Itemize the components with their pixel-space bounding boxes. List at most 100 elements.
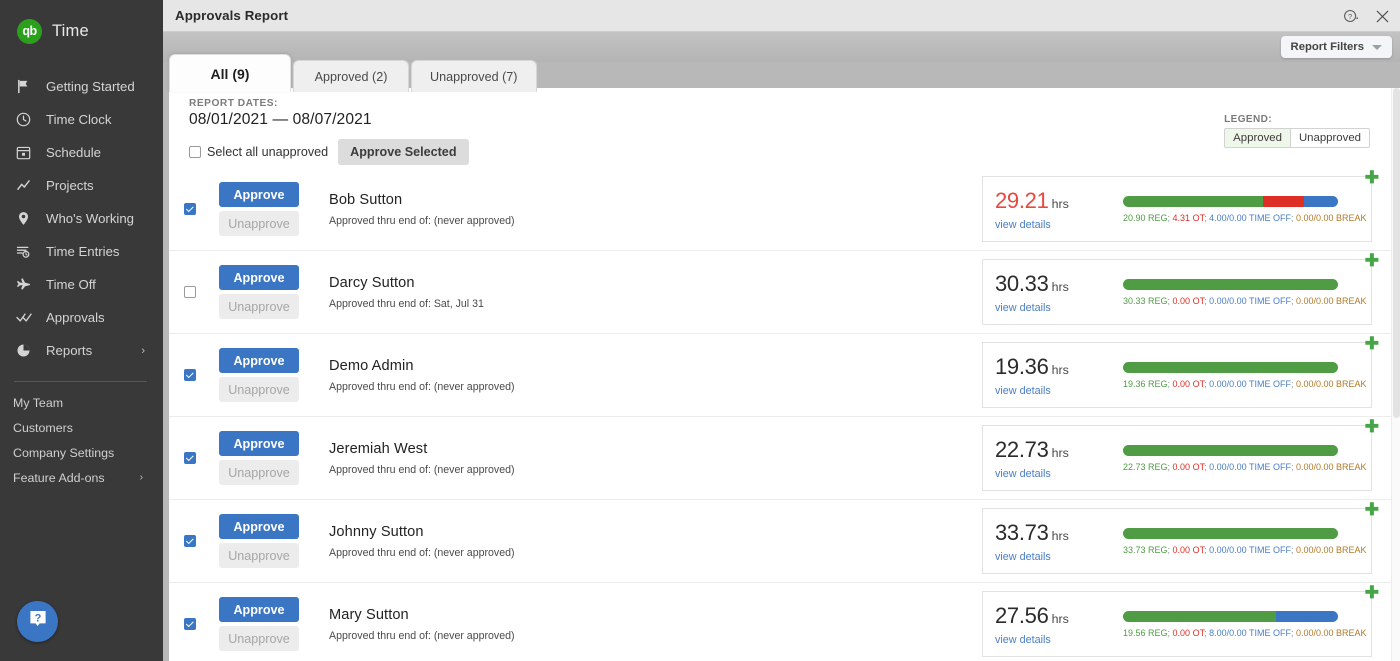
sidebar-item-whos-working[interactable]: Who's Working [0, 202, 163, 235]
view-details-link[interactable]: view details [995, 551, 1123, 563]
hours-line: 30.33hrs [995, 271, 1123, 297]
hours-breakdown: 19.36 REG; 0.00 OT; 0.00/0.00 TIME OFF; … [1123, 379, 1367, 389]
hours-bar-block: 30.33 REG; 0.00 OT; 0.00/0.00 TIME OFF; … [1123, 279, 1377, 306]
view-details-link[interactable]: view details [995, 634, 1123, 646]
bar-segment-timeoff [1276, 611, 1338, 622]
sidebar-item-time-entries[interactable]: Time Entries [0, 235, 163, 268]
sidebar-item-my-team[interactable]: My Team [0, 390, 163, 415]
close-icon[interactable] [1375, 9, 1390, 24]
row-action-buttons: Approve Unapprove [211, 265, 307, 319]
breakdown-regular: 20.90 REG [1123, 213, 1168, 223]
vertical-scrollbar[interactable] [1391, 88, 1400, 661]
unapprove-button[interactable]: Unapprove [219, 543, 299, 568]
hours-line: 29.21hrs [995, 188, 1123, 214]
unapprove-button[interactable]: Unapprove [219, 211, 299, 236]
tab-all[interactable]: All (9) [169, 54, 291, 92]
approve-button[interactable]: Approve [219, 348, 299, 373]
approve-button[interactable]: Approve [219, 265, 299, 290]
scrollbar-thumb[interactable] [1393, 88, 1400, 418]
help-circle-icon[interactable]: ? [1343, 8, 1359, 24]
approve-button[interactable]: Approve [219, 182, 299, 207]
plus-icon[interactable]: ✚ [1365, 418, 1379, 435]
plus-icon[interactable]: ✚ [1365, 501, 1379, 518]
sidebar-item-label: Projects [46, 178, 94, 193]
breakdown-overtime: 0.00 OT [1173, 296, 1205, 306]
sidebar-item-customers[interactable]: Customers [0, 415, 163, 440]
help-button[interactable]: ? [17, 601, 58, 642]
legend-approved: Approved [1225, 129, 1291, 147]
unapprove-button[interactable]: Unapprove [219, 460, 299, 485]
hours-bar-block: 19.36 REG; 0.00 OT; 0.00/0.00 TIME OFF; … [1123, 362, 1377, 389]
sidebar-item-label: Reports [46, 343, 92, 358]
approve-button[interactable]: Approve [219, 431, 299, 456]
hours-unit: hrs [1052, 363, 1069, 377]
row-checkbox[interactable] [184, 618, 196, 630]
hours-unit: hrs [1052, 446, 1069, 460]
view-details-link[interactable]: view details [995, 219, 1123, 231]
sidebar-item-label: Getting Started [46, 79, 135, 94]
sidebar-item-getting-started[interactable]: Getting Started [0, 70, 163, 103]
hours-value: 33.73 [995, 520, 1049, 545]
sidebar-item-time-clock[interactable]: Time Clock [0, 103, 163, 136]
legend-title: LEGEND: [1224, 114, 1370, 125]
approve-selected-button[interactable]: Approve Selected [338, 139, 468, 165]
plus-icon[interactable]: ✚ [1365, 252, 1379, 269]
unapprove-button[interactable]: Unapprove [219, 377, 299, 402]
tab-unapproved[interactable]: Unapproved (7) [411, 60, 537, 92]
view-details-link[interactable]: view details [995, 468, 1123, 480]
row-checkbox[interactable] [184, 369, 196, 381]
sidebar-item-feature-addons[interactable]: Feature Add-ons › [0, 465, 163, 490]
select-all-checkbox[interactable] [189, 146, 201, 158]
row-checkbox[interactable] [184, 452, 196, 464]
brand[interactable]: qb Time [0, 0, 163, 62]
select-all-unapproved-toggle[interactable]: Select all unapproved [189, 145, 328, 159]
hours-bar [1123, 196, 1338, 207]
breakdown-timeoff: 0.00/0.00 TIME OFF [1209, 296, 1291, 306]
unapprove-button[interactable]: Unapprove [219, 294, 299, 319]
unapprove-button[interactable]: Unapprove [219, 626, 299, 651]
plus-icon[interactable]: ✚ [1365, 169, 1379, 186]
row-user-info: Johnny Sutton Approved thru end of: (nev… [307, 524, 982, 559]
hours-bar-block: 33.73 REG; 0.00 OT; 0.00/0.00 TIME OFF; … [1123, 528, 1377, 555]
airplane-icon [16, 276, 38, 294]
approve-button[interactable]: Approve [219, 597, 299, 622]
sidebar-item-reports[interactable]: Reports › [0, 334, 163, 367]
plus-icon[interactable]: ✚ [1365, 335, 1379, 352]
breakdown-regular: 30.33 REG [1123, 296, 1168, 306]
hours-block: 30.33hrs view details [983, 271, 1123, 314]
hours-bar [1123, 279, 1338, 290]
flag-icon [16, 78, 38, 96]
sidebar-item-company-settings[interactable]: Company Settings [0, 440, 163, 465]
sidebar-item-schedule[interactable]: Schedule [0, 136, 163, 169]
breakdown-break: 0.00/0.00 BREAK [1296, 296, 1367, 306]
double-check-icon [16, 309, 38, 327]
sidebar-item-time-off[interactable]: Time Off [0, 268, 163, 301]
row-checkbox[interactable] [184, 286, 196, 298]
sidebar-item-projects[interactable]: Projects [0, 169, 163, 202]
breakdown-overtime: 0.00 OT [1173, 462, 1205, 472]
approve-button[interactable]: Approve [219, 514, 299, 539]
plus-icon[interactable]: ✚ [1365, 584, 1379, 601]
row-action-buttons: Approve Unapprove [211, 348, 307, 402]
hours-card: ✚ 22.73hrs view details 22.73 REG; 0.00 … [982, 425, 1372, 491]
approved-thru: Approved thru end of: (never approved) [329, 381, 982, 393]
report-dates: REPORT DATES: 08/01/2021 — 08/07/2021 [169, 88, 1398, 129]
row-checkbox-cell [169, 286, 211, 298]
view-details-link[interactable]: view details [995, 302, 1123, 314]
report-filters-button[interactable]: Report Filters [1281, 36, 1392, 58]
tab-approved[interactable]: Approved (2) [293, 60, 409, 92]
row-checkbox[interactable] [184, 203, 196, 215]
sidebar-item-approvals[interactable]: Approvals [0, 301, 163, 334]
pie-chart-icon [16, 342, 38, 360]
row-checkbox[interactable] [184, 535, 196, 547]
table-row: Approve Unapprove Mary Sutton Approved t… [169, 583, 1398, 661]
report-dates-value: 08/01/2021 — 08/07/2021 [189, 111, 1398, 129]
view-details-link[interactable]: view details [995, 385, 1123, 397]
report-filters-label: Report Filters [1291, 41, 1364, 53]
hours-bar-block: 20.90 REG; 4.31 OT; 4.00/0.00 TIME OFF; … [1123, 196, 1377, 223]
hours-unit: hrs [1052, 197, 1069, 211]
user-name: Demo Admin [329, 358, 982, 374]
hours-unit: hrs [1052, 612, 1069, 626]
help-question-icon: ? [27, 608, 49, 635]
tab-label: All (9) [211, 66, 250, 82]
